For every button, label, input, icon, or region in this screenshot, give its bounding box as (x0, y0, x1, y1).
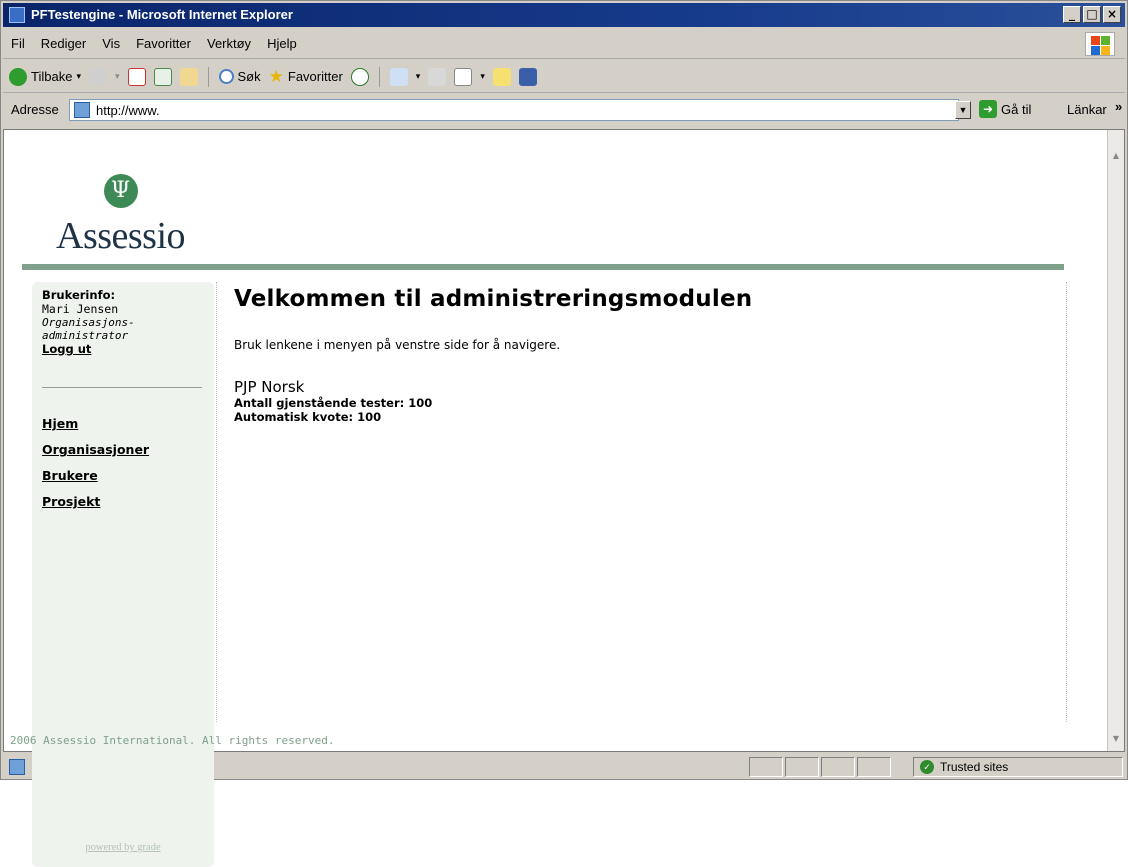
refresh-icon[interactable] (153, 67, 172, 86)
sidebar-item-organisasjoner[interactable]: Organisasjoner (42, 442, 208, 457)
status-panel (821, 757, 855, 777)
product-name: PJP Norsk (234, 378, 305, 396)
minimize-button[interactable]: _ (1063, 6, 1081, 23)
vertical-scrollbar[interactable]: ▲ ▼ (1107, 130, 1124, 751)
menu-file[interactable]: Fil (11, 36, 25, 51)
menu-tools[interactable]: Verktøy (207, 36, 251, 51)
links-label[interactable]: Länkar (1067, 102, 1107, 117)
dropdown-arrow-icon[interactable]: ▾ (115, 71, 120, 82)
address-label: Adresse (11, 102, 59, 117)
print-icon[interactable] (428, 67, 447, 86)
address-bar: Adresse http://www. ▼ ➜ Gå til Länkar » (3, 95, 1125, 125)
search-label: Søk (237, 69, 261, 84)
favorites-button[interactable]: ★ Favoritter (269, 67, 343, 87)
page-title: Velkommen til administreringsmodulen (234, 286, 753, 312)
assessio-logo: Ψ Assessio (56, 174, 186, 258)
home-icon[interactable] (179, 67, 198, 86)
back-button[interactable]: Tilbake ▾ (9, 67, 81, 86)
scroll-down-icon[interactable]: ▼ (1108, 731, 1124, 747)
menu-bar: Fil Rediger Vis Favoritter Verktøy Hjelp (3, 29, 1125, 59)
address-url: http://www. (96, 103, 160, 118)
stop-icon[interactable] (127, 67, 146, 86)
links-chevron-icon[interactable]: » (1115, 99, 1122, 114)
content-divider-right (1066, 282, 1067, 722)
toolbar: Tilbake ▾ ▾ Søk ★ Favoritter ▾ ▾ (3, 61, 1125, 93)
discuss-icon[interactable] (492, 67, 511, 86)
zone-label: Trusted sites (940, 760, 1009, 774)
security-zone[interactable]: ✓ Trusted sites (913, 757, 1123, 777)
logo-text: Assessio (56, 215, 186, 257)
star-icon: ★ (268, 66, 284, 86)
ie-icon (9, 7, 25, 23)
sidebar-item-prosjekt[interactable]: Prosjekt (42, 494, 208, 509)
go-arrow-icon: ➜ (979, 100, 997, 118)
window-title: PFTestengine - Microsoft Internet Explor… (31, 7, 293, 22)
favorites-label: Favoritter (287, 69, 343, 84)
mail-icon[interactable] (389, 67, 408, 86)
psi-logo-icon: Ψ (103, 174, 138, 208)
title-bar[interactable]: PFTestengine - Microsoft Internet Explor… (3, 3, 1125, 27)
status-panel (785, 757, 819, 777)
maximize-button[interactable]: □ (1083, 6, 1101, 23)
page-viewport: Ψ Assessio Brukerinfo: Mari Jensen Organ… (3, 129, 1125, 867)
remaining-tests: Antall gjenstående tester: 100 (234, 396, 433, 410)
messenger-icon[interactable] (518, 67, 537, 86)
windows-logo-icon (1085, 32, 1115, 56)
forward-arrow-icon[interactable] (88, 67, 107, 86)
go-button[interactable]: ➜ Gå til (979, 100, 1031, 118)
dropdown-arrow-icon[interactable]: ▾ (416, 71, 421, 82)
menu-edit[interactable]: Rediger (41, 36, 87, 51)
search-icon (218, 69, 234, 84)
powered-by-link[interactable]: powered by grade (32, 842, 214, 853)
header-divider (22, 264, 1064, 270)
auto-quota: Automatisk kvote: 100 (234, 410, 382, 424)
user-role-line2: administrator (42, 329, 129, 342)
intro-text: Bruk lenkene i menyen på venstre side fo… (234, 338, 561, 352)
close-button[interactable]: × (1103, 6, 1121, 23)
browser-window: PFTestengine - Microsoft Internet Explor… (0, 0, 1128, 867)
back-arrow-icon (9, 67, 27, 86)
sidebar: Brukerinfo: Mari Jensen Organisasjons- a… (32, 282, 214, 867)
status-panels (749, 757, 891, 777)
copyright-footer: 2006 Assessio International. All rights … (10, 734, 335, 747)
main-content: Velkommen til administreringsmodulen Bru… (234, 286, 1054, 424)
page-status-icon (9, 759, 25, 775)
dropdown-arrow-icon[interactable]: ▾ (480, 71, 485, 82)
status-panel (857, 757, 891, 777)
user-info: Brukerinfo: Mari Jensen Organisasjons- a… (42, 288, 208, 356)
sidebar-divider (42, 387, 202, 388)
edit-icon[interactable] (454, 67, 473, 86)
toolbar-separator (378, 66, 380, 87)
sidebar-item-brukere[interactable]: Brukere (42, 468, 208, 483)
scroll-up-icon[interactable]: ▲ (1108, 148, 1124, 164)
go-label: Gå til (1001, 101, 1032, 117)
menu-help[interactable]: Hjelp (267, 36, 297, 51)
status-panel (749, 757, 783, 777)
dropdown-arrow-icon[interactable]: ▾ (76, 71, 81, 82)
status-bar: ✓ Trusted sites (3, 755, 1125, 779)
sidebar-nav: Hjem Organisasjoner Brukere Prosjekt (42, 416, 208, 520)
menu-favorites[interactable]: Favoritter (136, 36, 191, 51)
menu-view[interactable]: Vis (102, 36, 120, 51)
address-input[interactable]: http://www. (69, 99, 959, 121)
user-info-label: Brukerinfo: (42, 288, 116, 302)
check-icon: ✓ (920, 760, 934, 774)
toolbar-separator (207, 66, 209, 87)
user-role-line1: Organisasjons- (42, 316, 135, 329)
history-icon[interactable] (350, 67, 369, 86)
page-icon (74, 102, 90, 118)
user-name: Mari Jensen (42, 302, 119, 316)
back-label: Tilbake (31, 69, 73, 84)
address-dropdown-button[interactable]: ▼ (955, 101, 971, 119)
search-button[interactable]: Søk (218, 69, 261, 84)
content-divider-left (216, 282, 217, 722)
sidebar-item-hjem[interactable]: Hjem (42, 416, 208, 431)
logout-link[interactable]: Logg ut (42, 342, 208, 356)
